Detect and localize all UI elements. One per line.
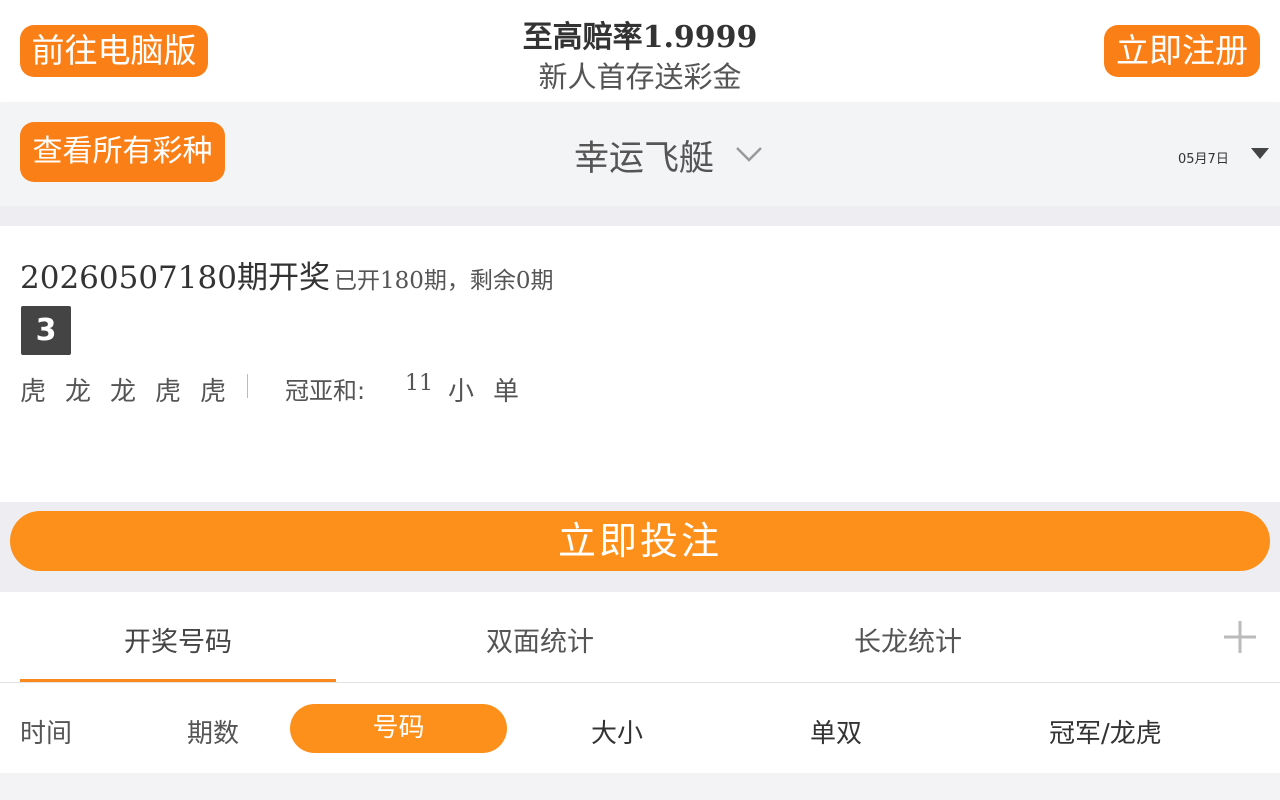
date-selector[interactable]: 05月7日 xyxy=(1178,148,1229,167)
all-lotteries-button[interactable]: 查看所有彩种 xyxy=(20,122,225,182)
draw-period-suffix: 期开奖 xyxy=(236,260,330,296)
lottery-selector[interactable]: 幸运飞艇 xyxy=(574,130,714,181)
bottom-divider xyxy=(0,773,1280,800)
tab-two-sides-stats[interactable]: 双面统计 xyxy=(380,620,700,659)
draw-period: 20260507180 xyxy=(20,260,237,296)
chevron-down-icon[interactable] xyxy=(735,144,763,164)
tab-long-dragon-stats[interactable]: 长龙统计 xyxy=(748,620,1068,659)
dragon-tiger-row: 虎龙龙虎虎 xyxy=(20,371,245,408)
bet-now-button[interactable]: 立即投注 xyxy=(10,511,1270,571)
bet-section: 立即投注 xyxy=(0,502,1280,592)
divider xyxy=(247,374,248,398)
sum-size: 小 xyxy=(448,377,475,407)
results-column-header: 时间 期数 号码 大小 单双 冠军/龙虎 xyxy=(0,683,1280,773)
result-ball: 3 xyxy=(21,306,71,355)
draw-title: 20260507180期开奖 已开180期，剩余0期 xyxy=(20,252,554,297)
column-odd-even[interactable]: 单双 xyxy=(810,713,862,750)
dragon-tiger-item: 龙 xyxy=(65,377,92,407)
sum-value: 11 xyxy=(405,371,433,396)
stats-tab-bar: 开奖号码 双面统计 长龙统计 xyxy=(0,592,1280,683)
dragon-tiger-item: 虎 xyxy=(200,377,227,407)
promo-title: 至高赔率1.9999 xyxy=(522,20,758,55)
dragon-tiger-item: 虎 xyxy=(20,377,47,407)
plus-icon[interactable] xyxy=(1223,620,1257,654)
sum-odd-even: 单 xyxy=(493,377,520,407)
column-time[interactable]: 时间 xyxy=(20,713,72,750)
sum-label: 冠亚和: xyxy=(285,377,366,405)
top-header: 前往电脑版 至高赔率1.9999 新人首存送彩金 立即注册 xyxy=(0,0,1280,102)
dragon-tiger-item: 龙 xyxy=(110,377,137,407)
register-button[interactable]: 立即注册 xyxy=(1104,25,1260,77)
column-champion-dragon-tiger[interactable]: 冠军/龙虎 xyxy=(1049,713,1162,750)
promo-subtitle: 新人首存送彩金 xyxy=(538,60,742,94)
tab-draw-numbers[interactable]: 开奖号码 xyxy=(20,620,336,659)
active-tab-indicator xyxy=(20,679,336,682)
latest-result: 20260507180期开奖 已开180期，剩余0期 3 虎龙龙虎虎 冠亚和: 1… xyxy=(0,226,1280,502)
pc-version-button[interactable]: 前往电脑版 xyxy=(20,25,208,77)
caret-down-icon[interactable] xyxy=(1251,148,1269,159)
dragon-tiger-item: 虎 xyxy=(155,377,182,407)
column-number[interactable]: 号码 xyxy=(290,704,507,753)
column-size[interactable]: 大小 xyxy=(591,713,643,750)
column-period[interactable]: 期数 xyxy=(187,713,239,750)
section-divider xyxy=(0,206,1280,226)
lottery-bar: 查看所有彩种 幸运飞艇 05月7日 xyxy=(0,102,1280,206)
draw-progress: 已开180期，剩余0期 xyxy=(333,268,554,294)
